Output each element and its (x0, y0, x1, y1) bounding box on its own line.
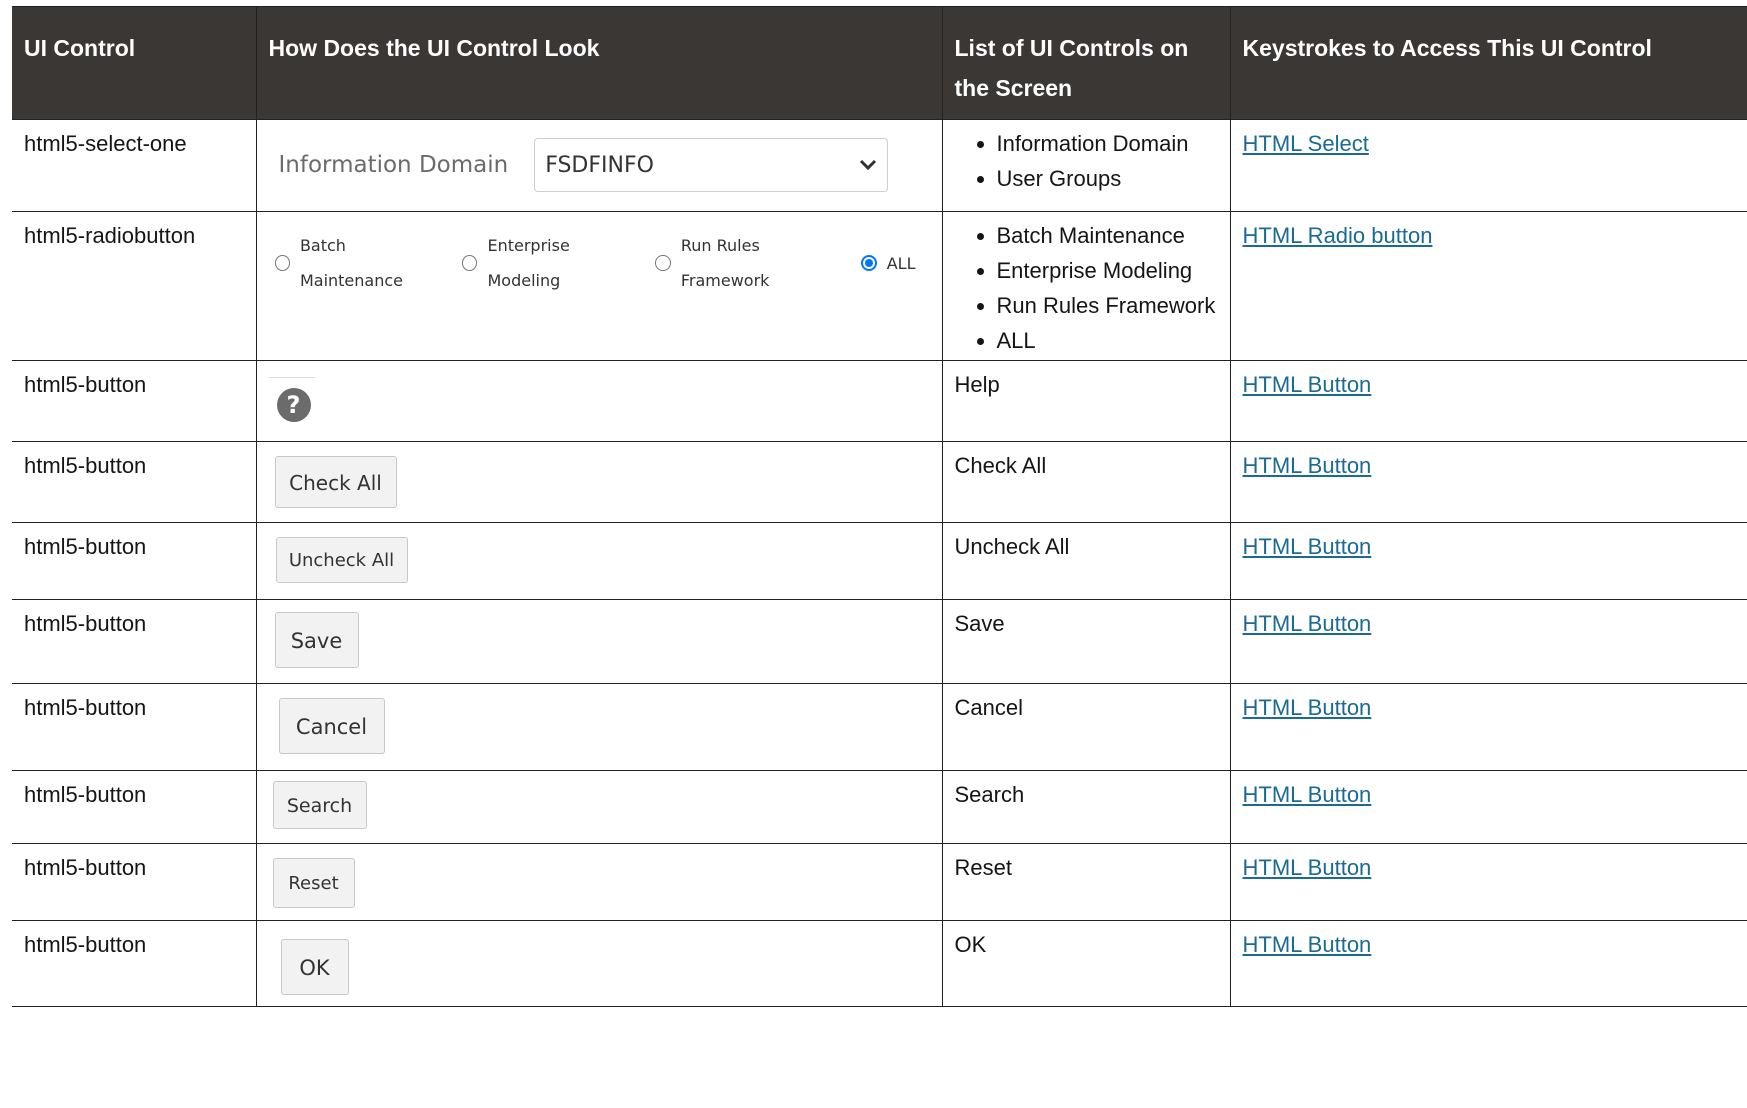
control-name: html5-radiobutton (12, 211, 257, 361)
header-control-look: How Does the UI Control Look (255, 6, 943, 120)
html-select-link[interactable]: HTML Select (1243, 131, 1369, 156)
keystroke-cell: HTML Select (1229, 119, 1747, 212)
list-item: Enterprise Modeling (997, 253, 1218, 288)
keystroke-cell: HTML Button (1229, 599, 1747, 684)
keystroke-cell: HTML Button (1229, 843, 1747, 921)
control-look: ? (255, 360, 943, 442)
radio-circle-icon (274, 255, 290, 271)
keystroke-cell: HTML Button (1229, 522, 1747, 600)
controls-list: Batch Maintenance Enterprise Modeling Ru… (941, 211, 1231, 361)
control-name: html5-button (12, 599, 257, 684)
table-row: html5-button ? Help HTML Button (12, 360, 1747, 442)
save-button[interactable]: Save (274, 612, 359, 668)
cancel-button[interactable]: Cancel (278, 698, 385, 754)
control-look: Cancel (255, 683, 943, 771)
control-look: Reset (255, 843, 943, 921)
select-value: FSDFINFO (545, 152, 654, 178)
controls-list: Uncheck All (941, 522, 1231, 600)
header-keystrokes: Keystrokes to Access This UI Control (1229, 6, 1747, 120)
html-button-link[interactable]: HTML Button (1243, 372, 1372, 397)
control-look: Uncheck All (255, 522, 943, 600)
controls-list: Cancel (941, 683, 1231, 771)
table-row: html5-button OK OK HTML Button (12, 920, 1747, 1007)
check-all-button[interactable]: Check All (274, 456, 397, 508)
reset-button[interactable]: Reset (272, 858, 355, 908)
control-look: OK (255, 920, 943, 1007)
control-look: Information Domain FSDFINFO (255, 119, 943, 212)
controls-list: Help (941, 360, 1231, 442)
list-item: ALL (997, 323, 1218, 358)
controls-list: Search (941, 770, 1231, 844)
radio-label: Run Rules Framework (680, 236, 770, 290)
list-item: Batch Maintenance (997, 218, 1218, 253)
ok-button[interactable]: OK (280, 939, 349, 995)
control-name: html5-button (12, 920, 257, 1007)
radio-label: ALL (886, 253, 916, 273)
controls-list: Check All (941, 441, 1231, 523)
html-button-link[interactable]: HTML Button (1243, 855, 1372, 880)
control-look: Check All (255, 441, 943, 523)
control-look: Save (255, 599, 943, 684)
control-name: html5-button (12, 441, 257, 523)
header-controls-list: List of UI Controls on the Screen (941, 6, 1231, 120)
radio-selected-icon (860, 255, 877, 271)
html-button-link[interactable]: HTML Button (1243, 611, 1372, 636)
html-button-link[interactable]: HTML Button (1243, 932, 1372, 957)
controls-list: Save (941, 599, 1231, 684)
table-row: html5-button Check All Check All HTML Bu… (12, 441, 1747, 523)
ui-controls-table: UI Control How Does the UI Control Look … (12, 6, 1747, 1007)
keystroke-cell: HTML Button (1229, 770, 1747, 844)
keystroke-cell: HTML Button (1229, 920, 1747, 1007)
controls-list: OK (941, 920, 1231, 1007)
uncheck-all-button[interactable]: Uncheck All (275, 537, 408, 583)
radio-option[interactable]: Batch Maintenance (274, 228, 449, 298)
html-radio-button-link[interactable]: HTML Radio button (1243, 223, 1433, 248)
html-button-link[interactable]: HTML Button (1243, 534, 1372, 559)
control-name: html5-button (12, 360, 257, 442)
html-button-link[interactable]: HTML Button (1243, 782, 1372, 807)
control-name: html5-button (12, 843, 257, 921)
radio-circle-icon (462, 255, 478, 271)
help-icon[interactable]: ? (276, 388, 311, 422)
list-item: Run Rules Framework (997, 288, 1218, 323)
radio-option[interactable]: ALL (860, 246, 916, 281)
list-item: Information Domain (997, 126, 1218, 161)
control-name: html5-button (12, 770, 257, 844)
list-item: User Groups (997, 161, 1218, 196)
search-button[interactable]: Search (272, 781, 367, 829)
chevron-down-icon (859, 148, 877, 183)
radio-label: Batch Maintenance (299, 236, 403, 290)
html-button-link[interactable]: HTML Button (1243, 695, 1372, 720)
header-ui-control: UI Control (12, 6, 257, 120)
controls-list: Reset (941, 843, 1231, 921)
table-row: html5-select-one Information Domain FSDF… (12, 119, 1747, 212)
select-preview: Information Domain FSDFINFO (279, 138, 930, 192)
radio-circle-icon (655, 255, 671, 271)
html-button-link[interactable]: HTML Button (1243, 453, 1372, 478)
keystroke-cell: HTML Button (1229, 441, 1747, 523)
radio-preview: Batch Maintenance Enterprise Modeling Ru… (274, 228, 930, 298)
control-look: Search (255, 770, 943, 844)
keystroke-cell: HTML Button (1229, 360, 1747, 442)
table-row: html5-button Cancel Cancel HTML Button (12, 683, 1747, 771)
table-row: html5-button Reset Reset HTML Button (12, 843, 1747, 921)
keystroke-cell: HTML Radio button (1229, 211, 1747, 361)
control-name: html5-button (12, 683, 257, 771)
header-row: UI Control How Does the UI Control Look … (12, 6, 1747, 120)
table-row: html5-button Search Search HTML Button (12, 770, 1747, 844)
radio-label: Enterprise Modeling (487, 236, 570, 290)
radio-option[interactable]: Run Rules Framework (655, 228, 846, 298)
table-row: html5-radiobutton Batch Maintenance Ente… (12, 211, 1747, 361)
control-look: Batch Maintenance Enterprise Modeling Ru… (255, 211, 943, 361)
keystroke-cell: HTML Button (1229, 683, 1747, 771)
controls-list: Information Domain User Groups (941, 119, 1231, 212)
radio-option[interactable]: Enterprise Modeling (462, 228, 641, 298)
table-row: html5-button Save Save HTML Button (12, 599, 1747, 684)
control-name: html5-button (12, 522, 257, 600)
table-row: html5-button Uncheck All Uncheck All HTM… (12, 522, 1747, 600)
information-domain-select[interactable]: FSDFINFO (534, 138, 889, 192)
control-name: html5-select-one (12, 119, 257, 212)
help-preview: ? (268, 377, 315, 422)
select-label: Information Domain (278, 151, 509, 178)
